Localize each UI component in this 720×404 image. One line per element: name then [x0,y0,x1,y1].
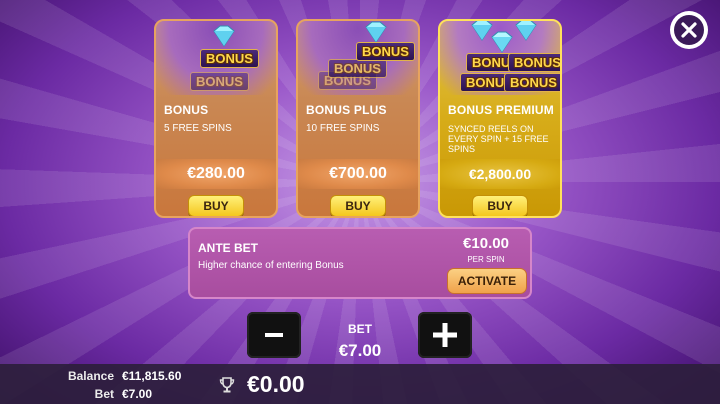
diamond-icon [491,31,513,53]
offer-art: BONUS BONUS BONUS [298,21,418,95]
footer-bet-value: €7.00 [122,387,153,401]
offer-badge-shadow: BONUS [328,59,387,78]
offer-description: 10 FREE SPINS [306,123,380,134]
offer-price: €2,800.00 [440,159,560,189]
close-button[interactable] [670,11,708,49]
offer-badge: BONUS [504,73,560,92]
offer-art: BONUS BONUS [156,21,276,95]
activate-button[interactable]: ACTIVATE [447,268,527,294]
balance-value: €11,815.60 [122,369,182,383]
offer-price: €280.00 [156,159,276,189]
ante-bet-per-spin: PER SPIN [467,255,505,264]
balance-label: Balance [67,369,114,383]
ante-bet-title: ANTE BET [198,241,258,255]
ante-bet-price: €10.00 [463,235,509,252]
increase-bet-button[interactable] [418,312,472,358]
buy-button[interactable]: BUY [188,195,244,216]
offer-card-bonus: BONUS BONUS BONUS 5 FREE SPINS €280.00 B… [154,19,278,218]
footer-bet-label: Bet [94,387,114,401]
close-icon [674,15,704,45]
offer-badge: BONUS [508,53,560,72]
diamond-icon [515,21,537,41]
offer-art: BONUS BONUS BONUS BONUS [440,21,560,95]
ante-bet-description: Higher chance of entering Bonus [198,260,344,271]
win-amount: €0.00 [247,371,305,397]
offer-card-bonus-premium: BONUS BONUS BONUS BONUS BONUS PREMIUM SY… [438,19,562,218]
decrease-bet-button[interactable] [247,312,301,358]
offer-badge: BONUS [200,49,259,68]
bet-value: €7.00 [338,341,382,360]
trophy-icon [219,377,235,393]
bet-label: BET [348,322,372,336]
buy-button[interactable]: BUY [330,195,386,216]
offer-title: BONUS [164,103,209,117]
offer-description: SYNCED REELS ON EVERY SPIN + 15 FREE SPI… [448,124,549,154]
offer-card-bonus-plus: BONUS BONUS BONUS BONUS PLUS 10 FREE SPI… [296,19,420,218]
plus-icon [433,323,457,347]
diamond-icon [213,25,235,47]
minus-icon [265,333,283,337]
offer-title: BONUS PREMIUM [448,103,554,117]
offer-badge: BONUS [356,42,415,61]
offer-title: BONUS PLUS [306,103,387,117]
offer-badge-shadow: BONUS [190,72,249,91]
offer-description: 5 FREE SPINS [164,123,232,134]
diamond-icon [365,21,387,43]
ante-bet-panel: ANTE BET Higher chance of entering Bonus… [188,227,532,299]
buy-button[interactable]: BUY [472,195,528,216]
offer-price: €700.00 [298,159,418,189]
